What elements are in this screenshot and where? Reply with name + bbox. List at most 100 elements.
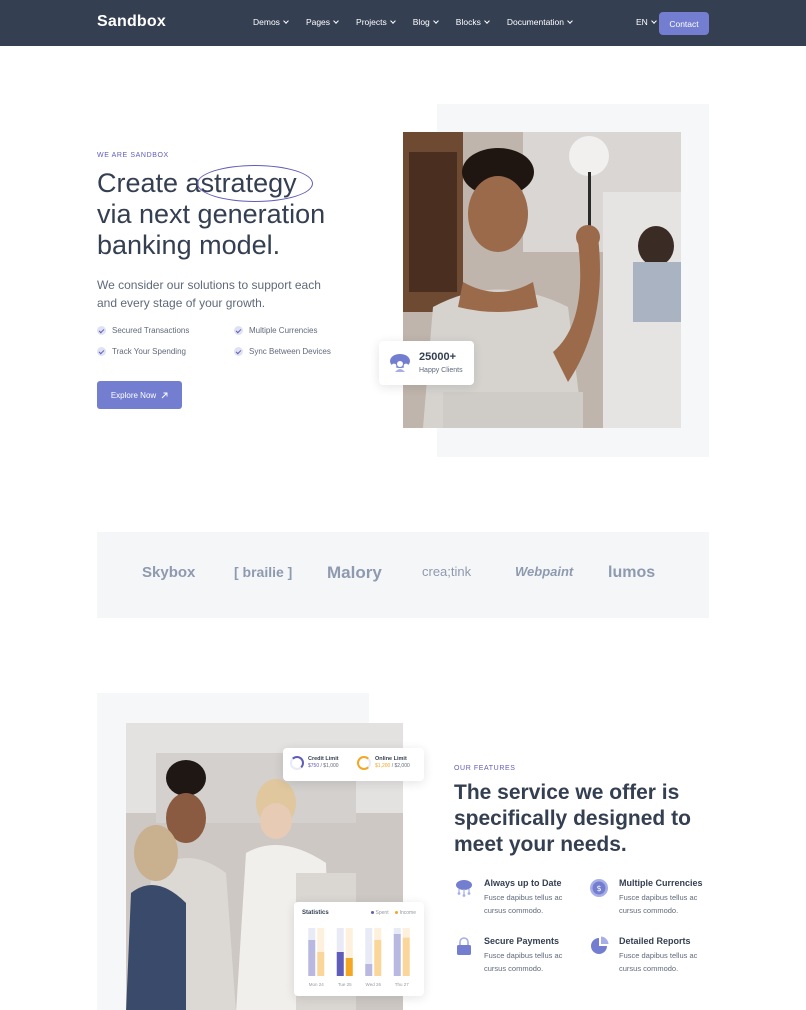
cloud-network-icon xyxy=(456,880,472,897)
statistics-bar-chart: Mon 24 Tue 25 Wed 26 Thu 27 xyxy=(308,928,410,987)
explore-now-button[interactable]: Explore Now xyxy=(97,381,182,409)
clients-label: Happy Clients xyxy=(419,367,463,374)
language-selector[interactable]: EN xyxy=(636,17,657,27)
bar-income xyxy=(345,958,353,976)
brand-logo-malory: Malory xyxy=(327,563,382,582)
legend-dot xyxy=(394,911,398,915)
nav-item-demos[interactable]: Demos xyxy=(253,17,289,27)
chevron-down-icon xyxy=(650,18,657,24)
nav-item-projects[interactable]: Projects xyxy=(356,17,396,27)
chevron-down-icon xyxy=(483,18,490,24)
legend-label: Income xyxy=(399,910,416,916)
credit-limit-used: $750 xyxy=(308,763,320,769)
checklist-item: Secured Transactions xyxy=(97,326,234,335)
brand-logo-webpaint: Webpaint xyxy=(515,564,574,579)
checklist-item: Multiple Currencies xyxy=(234,326,371,335)
explore-now-label: Explore Now xyxy=(110,390,157,400)
brand-logo-skybox: Skybox xyxy=(142,564,196,581)
legend-dot xyxy=(370,911,374,915)
hero-title-prefix: Create a xyxy=(97,168,201,198)
hero-title-line: banking model. xyxy=(97,230,281,260)
bar-spent xyxy=(336,952,344,976)
chevron-down-icon xyxy=(389,18,396,24)
feature-title: Always up to Date xyxy=(484,878,562,888)
legend-item-income: Income xyxy=(394,910,416,916)
client-logos-strip: Skybox [ brailie ] Malory crea;tink Webp… xyxy=(97,532,709,618)
hero-title-line: via next generation xyxy=(97,199,326,229)
bar-income xyxy=(317,952,325,976)
check-icon xyxy=(97,326,106,335)
feature-title: Secure Payments xyxy=(484,936,560,946)
nav-item-blog[interactable]: Blog xyxy=(412,17,439,27)
nav-item-label: Documentation xyxy=(506,17,564,27)
users-icon xyxy=(390,354,410,372)
x-tick-label: Tue 25 xyxy=(338,982,352,987)
arrow-up-right-icon xyxy=(161,392,168,398)
nav-item-label: Pages xyxy=(305,17,331,27)
x-tick-label: Wed 26 xyxy=(366,982,382,987)
pie-chart-icon xyxy=(591,936,609,954)
features-title: The service we offer is specifically des… xyxy=(454,780,714,858)
feature-checklist: Secured Transactions Multiple Currencies… xyxy=(97,326,367,356)
limits-card: Credit Limit $750 / $1,000 Online Limit … xyxy=(283,748,424,781)
statistics-card: Statistics Spent Income Mon 24 Tue 25 Wed … xyxy=(294,902,424,996)
features-title-line: specifically designed to xyxy=(454,807,691,830)
lock-icon xyxy=(457,937,471,955)
feature-title: Multiple Currencies xyxy=(619,878,703,888)
hero-subtitle: We consider our solutions to support eac… xyxy=(97,278,321,310)
features-title-line: meet your needs. xyxy=(454,833,627,856)
svg-text:$: $ xyxy=(596,884,601,893)
language-label: EN xyxy=(636,17,648,27)
progress-ring-icon xyxy=(290,756,304,770)
checklist-label: Sync Between Devices xyxy=(249,347,331,356)
features-title-line: The service we offer is xyxy=(454,781,680,804)
brand-logo-creatink: crea;tink xyxy=(422,564,472,579)
feature-description: Fusce dapibus tellus ac cursus commodo. xyxy=(484,951,563,973)
statistics-legend: Spent Income xyxy=(370,910,416,916)
checklist-item: Track Your Spending xyxy=(97,347,234,356)
nav-item-label: Projects xyxy=(356,17,387,27)
logo[interactable]: Sandbox xyxy=(97,13,166,31)
nav-item-label: Blog xyxy=(412,17,430,27)
nav-item-pages[interactable]: Pages xyxy=(305,17,339,27)
feature-description: Fusce dapibus tellus ac cursus commodo. xyxy=(484,893,563,915)
check-icon xyxy=(234,347,243,356)
bar-spent xyxy=(365,964,373,976)
chevron-down-icon xyxy=(283,18,289,24)
check-icon xyxy=(234,326,243,335)
checklist-label: Multiple Currencies xyxy=(249,326,318,335)
chevron-down-icon xyxy=(333,18,339,24)
feature-description: Fusce dapibus tellus ac cursus commodo. xyxy=(619,951,698,973)
credit-limit-total: / $1,000 xyxy=(320,763,339,769)
nav-item-label: Blocks xyxy=(455,17,481,27)
feature-title: Detailed Reports xyxy=(619,936,691,946)
statistics-title: Statistics xyxy=(302,910,329,916)
checklist-label: Track Your Spending xyxy=(112,347,186,356)
online-limit-widget: Online Limit $1,200 / $2,000 xyxy=(357,756,410,770)
x-tick-label: Thu 27 xyxy=(395,982,410,987)
chevron-down-icon xyxy=(432,18,439,24)
contact-button[interactable]: Contact xyxy=(659,12,709,35)
credit-limit-title: Credit Limit xyxy=(308,756,339,762)
bar-income xyxy=(374,940,382,976)
legend-item-spent: Spent xyxy=(370,910,389,916)
hero-title: Create a strategy via next generation ban… xyxy=(97,165,377,261)
dollar-coin-icon: $ xyxy=(590,879,608,897)
checklist-label: Secured Transactions xyxy=(112,326,190,335)
nav-item-documentation[interactable]: Documentation xyxy=(506,17,573,27)
check-icon xyxy=(97,347,106,356)
online-limit-title: Online Limit xyxy=(375,756,407,762)
bar-spent xyxy=(393,934,401,976)
highlight-ellipse xyxy=(196,165,313,202)
nav-menu: Demos Pages Projects Blog Blocks Documen… xyxy=(253,17,573,27)
online-limit-used: $1,200 xyxy=(375,763,391,769)
nav-item-blocks[interactable]: Blocks xyxy=(455,17,490,27)
features-eyebrow: OUR FEATURES xyxy=(454,765,516,772)
clients-count: 25000+ xyxy=(419,351,457,363)
bar-spent xyxy=(308,940,316,976)
navbar: Sandbox Demos Pages Projects Blog Blocks… xyxy=(0,0,806,46)
happy-clients-card: 25000+ Happy Clients xyxy=(379,341,474,385)
credit-limit-widget: Credit Limit $750 / $1,000 xyxy=(290,756,339,770)
brand-logo-lumos: lumos xyxy=(608,564,656,581)
brand-logo-brailie: [ brailie ] xyxy=(234,564,293,580)
